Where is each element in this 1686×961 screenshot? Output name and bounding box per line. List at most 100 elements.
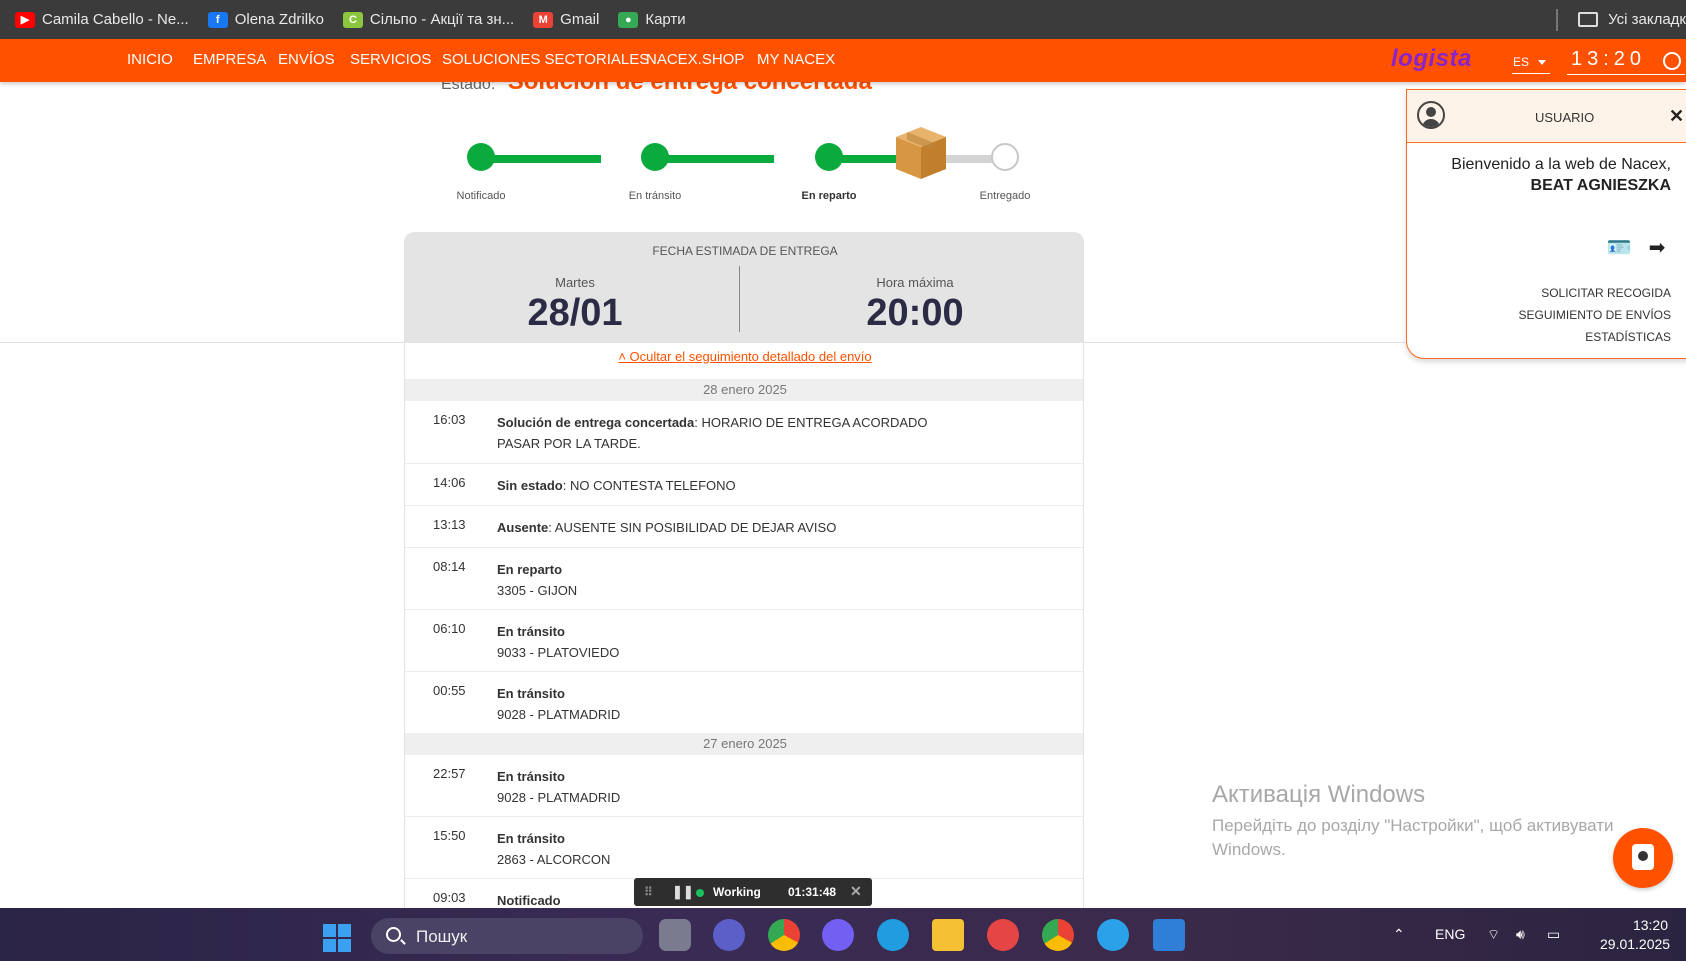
nav-inicio[interactable]: INICIO bbox=[127, 51, 173, 68]
user-panel-header: USUARIO ✕ bbox=[1407, 90, 1686, 143]
tracking-event: 15:50 En tránsito 2863 - ALCORCON bbox=[405, 817, 1083, 879]
pause-icon[interactable]: ❚❚ bbox=[672, 884, 694, 900]
step-dot-en-transito bbox=[641, 143, 669, 171]
all-bookmarks[interactable]: Усі закладк bbox=[1556, 0, 1686, 39]
event-time: 14:06 bbox=[433, 475, 466, 490]
event-text: Sin estado: NO CONTESTA TELEFONO bbox=[497, 475, 1037, 496]
tracking-event: 06:10 En tránsito 9033 - PLATOVIEDO bbox=[405, 610, 1083, 672]
folder-icon bbox=[1578, 12, 1599, 27]
event-time: 06:10 bbox=[433, 621, 466, 636]
drag-handle-icon[interactable]: ⠿ bbox=[644, 885, 654, 899]
all-bookmarks-label: Усі закладк bbox=[1608, 11, 1686, 28]
language-select[interactable]: ES bbox=[1512, 55, 1550, 74]
nav-soluciones-sectoriales[interactable]: SOLUCIONES SECTORIALES bbox=[442, 51, 649, 68]
bookmark-item[interactable]: С Сільпо - Акції та зн... bbox=[342, 11, 514, 28]
event-title: Sin estado bbox=[497, 478, 563, 493]
estimate-hour-block: Hora máxima 20:00 bbox=[745, 275, 1083, 335]
clock-value: 13:20 bbox=[1571, 48, 1647, 70]
logout-icon[interactable]: ➡ bbox=[1643, 237, 1671, 259]
nav-my-nacex[interactable]: MY NACEX bbox=[757, 51, 835, 68]
timer-state: Working bbox=[713, 885, 761, 899]
main-nav: INICIO EMPRESA ENVÍOS SERVICIOS SOLUCION… bbox=[0, 39, 1686, 82]
bookmark-item[interactable]: M Gmail bbox=[533, 11, 599, 28]
task-app-icon[interactable] bbox=[987, 919, 1019, 951]
event-time: 16:03 bbox=[433, 412, 466, 427]
facebook-icon: f bbox=[207, 11, 228, 28]
logista-logo[interactable]: logista bbox=[1391, 45, 1472, 73]
chrome-icon[interactable] bbox=[768, 919, 800, 951]
event-line2: 9033 - PLATOVIEDO bbox=[497, 645, 620, 660]
nav-servicios[interactable]: SERVICIOS bbox=[350, 51, 431, 68]
search-placeholder: Пошук bbox=[416, 927, 468, 946]
bookmark-item[interactable]: ▶ Camila Cabello - Ne... bbox=[15, 11, 189, 28]
event-title: En tránsito bbox=[497, 769, 565, 784]
welcome-text: Bienvenido a la web de Nacex, bbox=[1451, 156, 1671, 173]
volume-icon[interactable]: 🔊︎ bbox=[1516, 926, 1525, 943]
estimate-date-block: Martes 28/01 bbox=[405, 275, 745, 335]
close-icon[interactable]: ✕ bbox=[1669, 106, 1684, 127]
alarm-clock-icon bbox=[1663, 52, 1681, 70]
chevron-up-icon[interactable]: ⌃ bbox=[1393, 926, 1405, 943]
event-time: 13:13 bbox=[433, 517, 466, 532]
input-language[interactable]: ENG bbox=[1435, 926, 1465, 942]
bookmark-item[interactable]: ● Карти bbox=[618, 11, 686, 28]
event-time: 08:14 bbox=[433, 559, 466, 574]
nav-empresa[interactable]: EMPRESA bbox=[193, 51, 266, 68]
activation-watermark-text: Перейдіть до розділу "Настройки", щоб ак… bbox=[1212, 816, 1614, 859]
header-clock: 13:20 bbox=[1567, 45, 1685, 75]
edge-icon[interactable] bbox=[877, 919, 909, 951]
tracking-event: 13:13 Ausente: AUSENTE SIN POSIBILIDAD D… bbox=[405, 506, 1083, 548]
link-seguimiento-envios[interactable]: SEGUIMIENTO DE ENVÍOS bbox=[1519, 308, 1671, 322]
step-label-en-transito: En tránsito bbox=[628, 190, 682, 202]
phone-app-icon[interactable] bbox=[1097, 919, 1129, 951]
profile-card-icon[interactable]: 🪪 bbox=[1605, 237, 1633, 259]
user-actions: 🪪 ➡ bbox=[1605, 237, 1671, 259]
estimate-day-label: Martes bbox=[555, 275, 595, 290]
bookmark-label: Camila Cabello - Ne... bbox=[42, 11, 189, 28]
nav-nacex-shop[interactable]: NACEX.SHOP bbox=[646, 51, 744, 68]
system-clock[interactable]: 13:20 29.01.2025 bbox=[1600, 916, 1671, 954]
notepad-icon[interactable] bbox=[1153, 919, 1185, 951]
user-avatar-icon bbox=[1417, 101, 1445, 129]
viber-icon[interactable] bbox=[822, 919, 854, 951]
date-band: 27 enero 2025 bbox=[405, 733, 1083, 755]
taskbar-search[interactable]: Пошук bbox=[371, 918, 643, 954]
event-title: Solución de entrega concertada bbox=[497, 415, 695, 430]
silpo-icon: С bbox=[342, 11, 363, 28]
close-icon[interactable]: ✕ bbox=[850, 883, 862, 900]
wifi-icon[interactable]: ⌔ bbox=[1487, 926, 1500, 944]
event-title: En tránsito bbox=[497, 831, 565, 846]
nav-envios[interactable]: ENVÍOS bbox=[278, 51, 335, 68]
chevron-down-icon bbox=[1538, 60, 1547, 66]
hide-tracking-details-link[interactable]: ˄ Ocultar el seguimiento detallado del e… bbox=[405, 349, 1083, 364]
tracking-event: 22:57 En tránsito 9028 - PLATMADRID bbox=[405, 755, 1083, 817]
event-line2: 9028 - PLATMADRID bbox=[497, 790, 621, 805]
chat-button[interactable] bbox=[1613, 828, 1673, 888]
maps-icon: ● bbox=[618, 11, 639, 28]
bookmark-item[interactable]: f Olena Zdrilko bbox=[207, 11, 324, 28]
task-view-icon[interactable] bbox=[659, 919, 691, 951]
step-label-en-reparto: En reparto bbox=[801, 190, 857, 202]
teams-icon[interactable] bbox=[713, 919, 745, 951]
chrome-profile-icon[interactable] bbox=[1042, 919, 1074, 951]
user-panel-title: USUARIO bbox=[1535, 110, 1595, 125]
event-detail: : HORARIO DE ENTREGA ACORDADO bbox=[694, 415, 928, 430]
link-solicitar-recogida[interactable]: SOLICITAR RECOGIDA bbox=[1541, 286, 1671, 300]
taskbar: Пошук ⌃ ENG ⌔ 🔊︎ ▭ 13:20 29.01.2025 bbox=[0, 908, 1686, 961]
system-date: 29.01.2025 bbox=[1600, 936, 1671, 952]
tracking-event: 00:55 En tránsito 9028 - PLATMADRID bbox=[405, 672, 1083, 733]
work-timer: ⠿ ❚❚ Working 01:31:48 ✕ bbox=[634, 878, 872, 906]
activation-watermark-title: Активація Windows bbox=[1212, 781, 1426, 808]
windows-start-icon[interactable] bbox=[323, 924, 353, 954]
step-dot-entregado bbox=[991, 143, 1019, 171]
youtube-icon: ▶ bbox=[15, 11, 35, 28]
event-line2: PASAR POR LA TARDE. bbox=[497, 436, 641, 451]
tracking-event: 16:03 Solución de entrega concertada: HO… bbox=[405, 401, 1083, 464]
file-explorer-icon[interactable] bbox=[932, 919, 964, 951]
event-text: En tránsito 9033 - PLATOVIEDO bbox=[497, 621, 1037, 663]
estimate-hour-label: Hora máxima bbox=[876, 275, 954, 290]
event-title: Ausente bbox=[497, 520, 549, 535]
link-estadisticas[interactable]: ESTADÍSTICAS bbox=[1585, 330, 1671, 344]
battery-icon[interactable]: ▭ bbox=[1547, 926, 1560, 943]
package-icon bbox=[896, 127, 946, 179]
